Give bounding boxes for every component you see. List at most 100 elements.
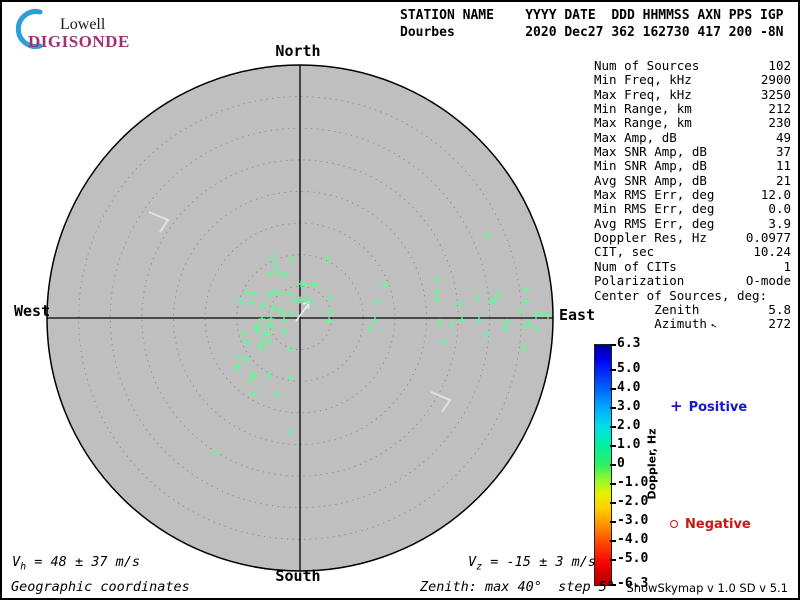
stat-row: CIT, sec 10.24 (594, 244, 791, 260)
version-label: ShowSkymap v 1.0 SD v 5.1 (626, 581, 788, 595)
colorbar-tick-label: 0 (617, 455, 625, 471)
colorbar-tick-label: -2.0 (617, 493, 649, 509)
colorbar-axis-title: Doppler, Hz (645, 428, 659, 500)
colorbar-tick (610, 483, 616, 486)
colorbar-tick (610, 540, 616, 543)
colorbar-tick-label: -3.0 (617, 512, 649, 528)
stat-row: Max SNR Amp, dB 37 (594, 144, 791, 160)
header-station-values: Dourbes 2020 Dec27 362 162730 417 200 -8… (400, 25, 784, 40)
stat-value: 0.0977 (745, 230, 791, 246)
colorbar-tick (610, 368, 616, 371)
vertical-velocity-readout: Vz = -15 ± 3 m/s (468, 554, 596, 573)
stat-value: 21 (775, 172, 791, 188)
stat-label: Doppler Res, Hz (594, 230, 707, 246)
stat-row: Num of Sources 102 (594, 58, 791, 73)
showskymap-window: Lowell DIGISONDE STATION NAME YYYY DATE … (0, 0, 800, 600)
circle-marker-icon (670, 520, 678, 528)
colorbar-tick-label: 5.0 (617, 360, 641, 376)
stat-value: 0.0 (768, 201, 791, 217)
colorbar-tick-label: 1.0 (617, 436, 641, 452)
stat-row: Min RMS Err, deg 0.0 (594, 201, 791, 217)
compass-south-label: South (275, 567, 321, 585)
legend-positive: + Positive (670, 397, 747, 415)
legend-positive-label: Positive (688, 400, 748, 415)
stat-label: CIT, sec (594, 244, 655, 260)
stat-label: Min RMS Err, deg (594, 201, 715, 217)
colorbar-tick (610, 387, 616, 390)
vz-symbol: V (468, 554, 477, 570)
stat-value: O-mode (745, 273, 791, 289)
stat-value: 11 (775, 158, 791, 174)
stat-row: Min SNR Amp, dB 11 (594, 158, 791, 174)
plus-marker-icon: + (670, 397, 683, 415)
compass-north-label: North (275, 42, 321, 60)
stat-label: Max SNR Amp, dB (594, 144, 707, 160)
colorbar-tick-label: 2.0 (617, 417, 641, 433)
stat-value: 102 (768, 58, 791, 73)
vh-value: = 48 ± 37 m/s (26, 554, 140, 570)
colorbar-tick (610, 559, 616, 562)
stat-label: Avg SNR Amp, dB (594, 172, 707, 188)
zenith-range-label: Zenith: max 40° step 5° (420, 579, 616, 595)
stat-value: 2900 (760, 72, 791, 88)
compass-west-label: West (14, 302, 51, 320)
stat-label: Max RMS Err, deg (594, 187, 715, 203)
stat-value: 3250 (760, 86, 791, 102)
stat-row: Max Freq, kHz 3250 (594, 86, 791, 102)
vh-symbol: V (12, 554, 21, 570)
stat-value: 37 (775, 144, 791, 160)
stat-row: Min Freq, kHz 2900 (594, 72, 791, 88)
colorbar-tick-label: -1.0 (617, 474, 649, 490)
colorbar-tick (610, 406, 616, 409)
stat-label: Max Amp, dB (594, 129, 677, 145)
stat-label: Min SNR Amp, dB (594, 158, 707, 174)
header-columns: STATION NAME YYYY DATE DDD HHMMSS AXN PP… (400, 8, 784, 23)
stat-row: Azimuth ↖ 272 (594, 316, 791, 333)
stat-value: 5.8 (768, 301, 791, 317)
logo-digisonde-text: DIGISONDE (28, 32, 130, 51)
stat-row: Zenith 5.8 (594, 301, 791, 317)
stat-row: Num of CITs 1 (594, 258, 791, 274)
stat-label: Azimuth (594, 316, 707, 332)
vz-value: = -15 ± 3 m/s (482, 554, 596, 570)
colorbar-tick (610, 444, 616, 447)
colorbar-tick (610, 502, 616, 505)
coordinate-system-label: Geographic coordinates (11, 579, 190, 595)
colorbar-tick (610, 464, 616, 466)
stat-row: Min Range, km 212 (594, 101, 791, 117)
stat-label: Avg RMS Err, deg (594, 215, 715, 231)
stat-value: 212 (768, 101, 791, 117)
stat-label: Max Range, km (594, 115, 692, 131)
stat-row: Max RMS Err, deg 12.0 (594, 187, 791, 203)
colorbar-tick-label: -5.0 (617, 550, 649, 566)
stat-row: Doppler Res, Hz 0.0977 (594, 230, 791, 246)
legend-negative: Negative (670, 517, 751, 532)
digisonde-logo: Lowell DIGISONDE (12, 8, 162, 51)
colorbar-tick (610, 521, 616, 524)
stat-row: Max Range, km 230 (594, 115, 791, 131)
stat-value: 272 (768, 316, 791, 332)
stat-value: 230 (768, 115, 791, 131)
colorbar-tick-label: 3.0 (617, 398, 641, 414)
stat-label: Min Freq, kHz (594, 72, 692, 88)
stat-value: 10.24 (753, 244, 791, 260)
colorbar-tick (610, 425, 616, 428)
stat-value: 12.0 (760, 187, 791, 203)
stat-label: Max Freq, kHz (594, 86, 692, 102)
stats-panel: Num of Sources 102 Min Freq, kHz 2900 Max Fr… (594, 58, 791, 334)
stat-label: Center of Sources, deg: (594, 287, 768, 303)
stat-label: Polarization (594, 273, 685, 289)
colorbar-ticks: 6.3 5.0 4.0 3.0 2.0 1.0 0 -1.0 -2.0 -3.0 -4.0 -5.0-… (610, 336, 670, 591)
colorbar-tick-label: 6.3 (617, 335, 641, 351)
horizontal-velocity-readout: Vh = 48 ± 37 m/s (12, 554, 140, 573)
stat-label: Num of CITs (594, 258, 677, 274)
stat-value: 1 (783, 258, 791, 274)
stat-label: Zenith (594, 301, 700, 317)
stat-row: Max Amp, dB 49 (594, 129, 791, 145)
stat-row: Center of Sources, deg: (594, 287, 791, 303)
stat-value: 3.9 (768, 215, 791, 231)
stat-row: Polarization O-mode (594, 273, 791, 289)
azimuth-direction-arrow-icon: ↖ (709, 319, 719, 332)
stat-row: Avg SNR Amp, dB 21 (594, 172, 791, 188)
legend-negative-label: Negative (685, 517, 751, 532)
